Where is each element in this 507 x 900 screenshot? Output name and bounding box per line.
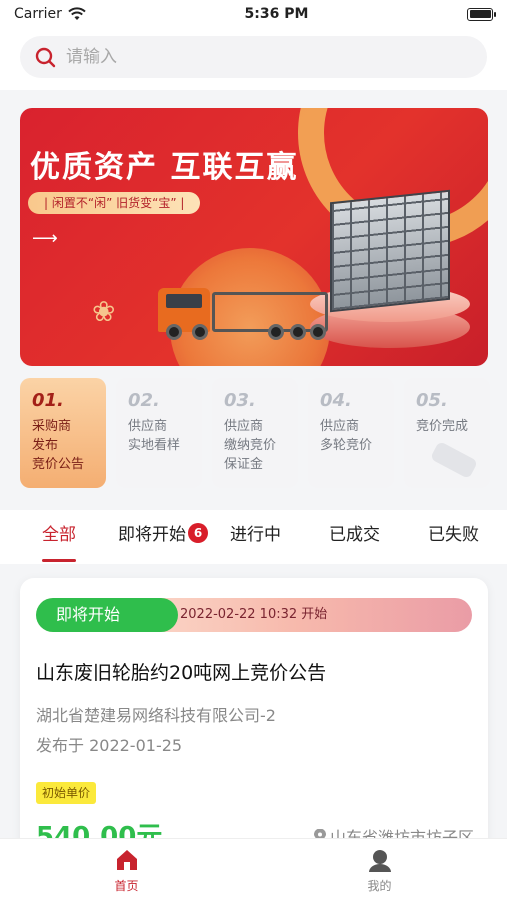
status-time: 5:36 PM [244,6,309,22]
step-bidding: 04. 供应商 多轮竞价 [308,378,394,488]
wifi-icon [68,7,86,20]
step-publish: 01. 采购商 发布 竞价公告 [20,378,106,488]
step-number: 05. [416,390,448,411]
start-time: 2022-02-22 10:32 开始 [180,607,328,622]
tab-deal[interactable]: 已成交 [329,510,380,564]
bottom-navigation: 首页 我的 [0,838,507,900]
step-number: 03. [224,390,256,411]
tab-badge-count: 6 [188,523,208,543]
carrier-label: Carrier [14,6,62,22]
arrow-right-icon: ⟶ [32,228,58,249]
status-badge: 即将开始 [36,598,178,632]
step-number: 04. [320,390,352,411]
publish-date: 发布于 2022-01-25 [36,736,183,755]
status-bar: Carrier 5:36 PM [0,0,507,28]
steel-pipes-image [330,189,450,313]
nav-profile-label: 我的 [367,878,392,893]
battery-icon [467,7,496,21]
step-label: 竞价完成 [416,419,469,434]
step-label: 供应商 多轮竞价 [320,419,373,453]
tab-in-progress[interactable]: 进行中 [230,510,281,564]
price-label: 初始单价 [36,782,97,804]
status-tabs: 全部 即将开始 6 进行中 已成交 已失败 [0,510,507,564]
search-bar [0,28,507,90]
tab-all[interactable]: 全部 [42,510,76,564]
truck-image [158,282,328,340]
search-box[interactable] [20,36,487,78]
promo-banner[interactable]: 优质资产 互联互赢 | 闲置不“闲” 旧货变“宝” | ⟶ ❀ [20,108,488,366]
step-label: 采购商 发布 竞价公告 [32,419,85,472]
banner-subtitle: | 闲置不“闲” 旧货变“宝” | [28,192,201,214]
flower-icon: ❀ [92,295,116,328]
tab-upcoming[interactable]: 即将开始 6 [118,510,208,564]
step-label: 供应商 实地看样 [128,419,181,453]
status-strip: 2022-02-22 10:32 开始 即将开始 [36,598,472,632]
search-icon [35,47,56,68]
process-steps: 01. 采购商 发布 竞价公告 02. 供应商 实地看样 03. 供应商 缴纳竞… [20,378,500,496]
step-decoration [429,440,479,480]
search-input[interactable] [66,47,446,67]
banner-title: 优质资产 互联互赢 [30,150,299,185]
nav-home[interactable]: 首页 [0,839,253,900]
step-number: 01. [32,390,64,411]
profile-icon [368,849,391,872]
step-label: 供应商 缴纳竞价 保证金 [224,419,277,472]
step-complete: 05. 竞价完成 [404,378,490,488]
company-name: 湖北省楚建易网络科技有限公司-2 [36,706,276,725]
auction-card[interactable]: 2022-02-22 10:32 开始 即将开始 山东废旧轮胎约20吨网上竞价公… [20,578,488,878]
auction-title: 山东废旧轮胎约20吨网上竞价公告 [36,662,327,684]
nav-profile[interactable]: 我的 [253,839,506,900]
step-inspect: 02. 供应商 实地看样 [116,378,202,488]
step-deposit: 03. 供应商 缴纳竞价 保证金 [212,378,298,488]
tab-failed[interactable]: 已失败 [428,510,479,564]
nav-home-label: 首页 [114,878,139,893]
carrier-group: Carrier [14,6,86,22]
home-icon [116,849,137,870]
step-number: 02. [128,390,160,411]
